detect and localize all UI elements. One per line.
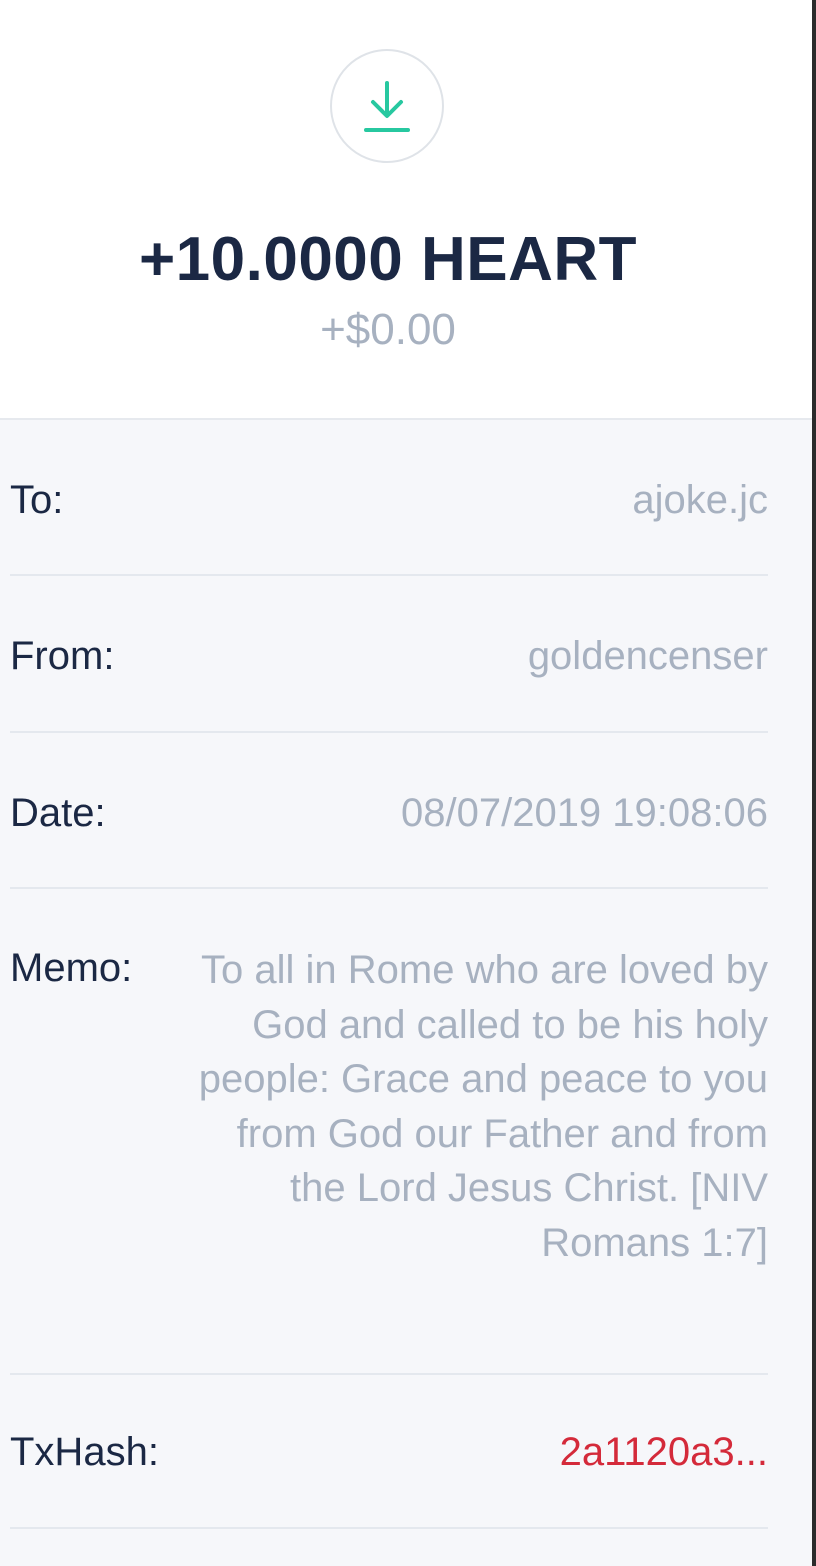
transaction-details-panel: To: ajoke.jc From: goldencenser Date: 08… [0, 418, 812, 1566]
receive-icon-badge [330, 49, 444, 163]
transaction-header: +10.0000 HEART +$0.00 [0, 0, 812, 418]
transaction-detail-screen: +10.0000 HEART +$0.00 To: ajoke.jc From:… [0, 0, 812, 1566]
divider [10, 1527, 768, 1529]
to-value[interactable]: ajoke.jc [632, 478, 768, 523]
date-value: 08/07/2019 19:08:06 [400, 791, 768, 835]
fiat-amount: +$0.00 [320, 305, 456, 354]
from-value[interactable]: goldencenser [528, 634, 768, 679]
memo-label: Memo: [10, 946, 133, 990]
divider [10, 1373, 768, 1375]
divider [10, 574, 768, 576]
divider [10, 887, 768, 889]
txhash-link[interactable]: 2a1120a3... [560, 1430, 768, 1475]
download-icon [364, 81, 410, 132]
to-label: To: [10, 478, 64, 522]
window-edge [812, 0, 816, 1566]
memo-value: To all in Rome who are loved by God and … [198, 948, 768, 1265]
from-label: From: [10, 634, 115, 678]
date-label: Date: [10, 791, 106, 835]
token-amount: +10.0000 HEART [138, 225, 638, 294]
divider [10, 731, 768, 733]
txhash-label: TxHash: [10, 1430, 159, 1474]
